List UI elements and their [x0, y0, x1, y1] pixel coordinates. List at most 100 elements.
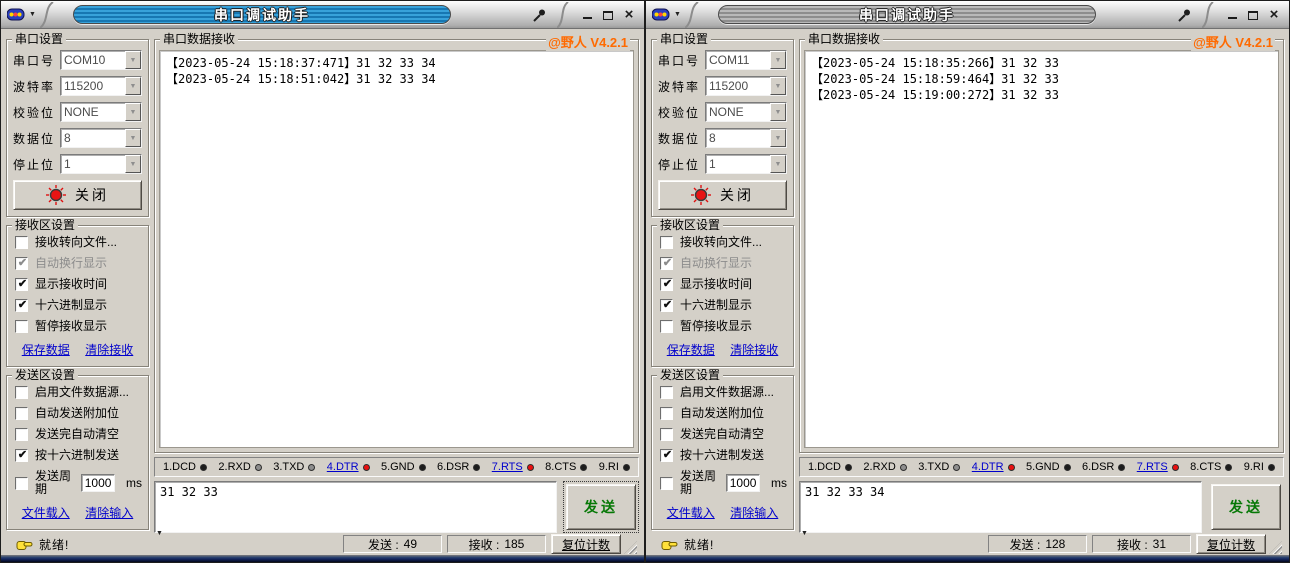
checkbox-label[interactable]: 十六进制显示	[35, 299, 107, 312]
checkbox[interactable]	[660, 236, 673, 249]
send-input[interactable]: 31 32 33	[154, 481, 557, 533]
save-data-link[interactable]: 保存数据	[667, 341, 715, 358]
pin-icon[interactable]	[532, 8, 546, 22]
baud-select[interactable]: 115200 ▼	[705, 76, 787, 96]
checkbox[interactable]	[15, 428, 28, 441]
checkbox-label[interactable]: 发送周期	[35, 470, 73, 496]
dropdown-arrow-icon[interactable]: ▼	[770, 129, 786, 147]
checkbox-label[interactable]: 自动发送附加位	[35, 407, 119, 420]
databits-select[interactable]: 8 ▼	[705, 128, 787, 148]
maximize-button[interactable]	[601, 8, 615, 22]
close-window-button[interactable]: ×	[622, 8, 636, 22]
dropdown-arrow-icon[interactable]: ▼	[125, 77, 141, 95]
checkbox[interactable]	[660, 477, 673, 490]
checkbox[interactable]	[660, 386, 673, 399]
dropdown-arrow-icon[interactable]: ▼	[770, 77, 786, 95]
baud-select[interactable]: 115200 ▼	[60, 76, 142, 96]
port-select[interactable]: COM10 ▼	[60, 50, 142, 70]
send-button[interactable]: 发送	[566, 484, 636, 530]
save-data-link[interactable]: 保存数据	[22, 341, 70, 358]
close-port-button[interactable]: 关闭	[658, 180, 787, 210]
checkbox-label[interactable]: 发送完自动清空	[35, 428, 119, 441]
checkbox-label[interactable]: 发送周期	[680, 470, 718, 496]
dropdown-arrow-icon[interactable]: ▼	[125, 155, 141, 173]
checkbox[interactable]	[660, 320, 673, 333]
checkbox[interactable]	[15, 449, 28, 462]
file-load-link[interactable]: 文件载入	[667, 504, 715, 521]
dropdown-arrow-icon[interactable]: ▼	[125, 103, 141, 121]
checkbox-label[interactable]: 自动换行显示	[35, 257, 107, 270]
parity-select[interactable]: NONE ▼	[705, 102, 787, 122]
app-icon[interactable]	[7, 7, 25, 22]
period-input[interactable]: 1000	[81, 474, 115, 492]
reset-counters-button[interactable]: 复位计数	[1196, 534, 1266, 554]
clear-input-link[interactable]: 清除输入	[85, 504, 133, 521]
checkbox[interactable]	[15, 477, 28, 490]
checkbox-label[interactable]: 十六进制显示	[680, 299, 752, 312]
file-load-link[interactable]: 文件载入	[22, 504, 70, 521]
checkbox[interactable]	[15, 407, 28, 420]
checkbox-label[interactable]: 启用文件数据源...	[35, 386, 129, 399]
checkbox-label[interactable]: 按十六进制发送	[35, 449, 119, 462]
rts-toggle-link[interactable]: 7.RTS	[1137, 461, 1168, 473]
databits-select[interactable]: 8 ▼	[60, 128, 142, 148]
clear-receive-link[interactable]: 清除接收	[85, 341, 133, 358]
checkbox[interactable]	[660, 428, 673, 441]
checkbox-label[interactable]: 自动发送附加位	[680, 407, 764, 420]
checkbox-label[interactable]: 发送完自动清空	[680, 428, 764, 441]
dtr-toggle-link[interactable]: 4.DTR	[327, 461, 359, 473]
close-port-button[interactable]: 关闭	[13, 180, 142, 210]
dropdown-arrow-icon[interactable]: ▼	[770, 155, 786, 173]
data-column: 串口数据接收 @野人 V4.2.1 【2023-05-24 15:18:35:2…	[799, 33, 1284, 533]
stopbits-select[interactable]: 1 ▼	[705, 154, 787, 174]
checkbox[interactable]	[660, 407, 673, 420]
dropdown-arrow-icon[interactable]: ▼	[125, 51, 141, 69]
title-bar[interactable]: ▼ 串口调试助手 ×	[646, 1, 1289, 29]
system-menu-arrow-icon[interactable]: ▼	[674, 11, 681, 18]
stopbits-select[interactable]: 1 ▼	[60, 154, 142, 174]
checkbox-label[interactable]: 接收转向文件...	[35, 236, 117, 249]
clear-receive-link[interactable]: 清除接收	[730, 341, 778, 358]
checkbox[interactable]	[660, 449, 673, 462]
pin-icon[interactable]	[1177, 8, 1191, 22]
title-bar[interactable]: ▼ 串口调试助手 ×	[1, 1, 644, 29]
checkbox[interactable]	[15, 386, 28, 399]
dropdown-arrow-icon[interactable]: ▼	[770, 51, 786, 69]
checkbox-label[interactable]: 暂停接收显示	[35, 320, 107, 333]
app-icon[interactable]	[652, 7, 670, 22]
maximize-button[interactable]	[1246, 8, 1260, 22]
checkbox[interactable]	[660, 299, 673, 312]
reset-counters-button[interactable]: 复位计数	[551, 534, 621, 554]
dropdown-arrow-icon[interactable]: ▼	[125, 129, 141, 147]
rts-toggle-link[interactable]: 7.RTS	[492, 461, 523, 473]
checkbox[interactable]	[15, 257, 28, 270]
dtr-toggle-link[interactable]: 4.DTR	[972, 461, 1004, 473]
port-select[interactable]: COM11 ▼	[705, 50, 787, 70]
checkbox-label[interactable]: 显示接收时间	[680, 278, 752, 291]
checkbox-label[interactable]: 按十六进制发送	[680, 449, 764, 462]
checkbox[interactable]	[15, 320, 28, 333]
checkbox[interactable]	[15, 236, 28, 249]
parity-select[interactable]: NONE ▼	[60, 102, 142, 122]
clear-input-link[interactable]: 清除输入	[730, 504, 778, 521]
minimize-button[interactable]	[580, 8, 594, 22]
dropdown-arrow-icon[interactable]: ▼	[770, 103, 786, 121]
checkbox-label[interactable]: 暂停接收显示	[680, 320, 752, 333]
send-button[interactable]: 发送	[1211, 484, 1281, 530]
checkbox-label[interactable]: 自动换行显示	[680, 257, 752, 270]
checkbox[interactable]	[15, 278, 28, 291]
resize-grip[interactable]	[1269, 541, 1282, 554]
received-label: 接收 :	[1117, 536, 1148, 553]
system-menu-arrow-icon[interactable]: ▼	[29, 11, 36, 18]
send-input[interactable]: 31 32 33 34	[799, 481, 1202, 533]
checkbox-label[interactable]: 显示接收时间	[35, 278, 107, 291]
checkbox[interactable]	[660, 257, 673, 270]
minimize-button[interactable]	[1225, 8, 1239, 22]
checkbox-label[interactable]: 启用文件数据源...	[680, 386, 774, 399]
checkbox-label[interactable]: 接收转向文件...	[680, 236, 762, 249]
checkbox[interactable]	[660, 278, 673, 291]
period-input[interactable]: 1000	[726, 474, 760, 492]
checkbox[interactable]	[15, 299, 28, 312]
resize-grip[interactable]	[624, 541, 637, 554]
close-window-button[interactable]: ×	[1267, 8, 1281, 22]
